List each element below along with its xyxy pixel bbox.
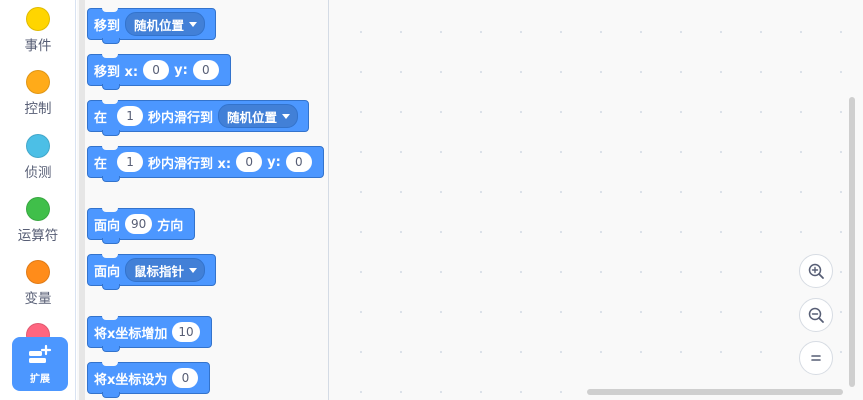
control-color-dot (26, 70, 50, 94)
block-text: y: (174, 62, 188, 78)
dropdown-value: 鼠标指针 (134, 263, 185, 279)
set-x-input[interactable]: 0 (172, 368, 199, 388)
zoom-in-button[interactable] (799, 254, 833, 288)
block-text: 在 (94, 156, 108, 172)
direction-input[interactable]: 90 (125, 214, 153, 234)
script-workspace[interactable] (329, 0, 863, 400)
block-palette: 移到 随机位置 移到 x: 0 y: 0 在 1 秒内滑行到 随机位置 在 1 … (77, 0, 329, 400)
block-text: 方向 (157, 218, 184, 234)
block-point-in-direction[interactable]: 面向 90 方向 (87, 208, 196, 244)
block-text: 将x坐标设为 (94, 372, 168, 388)
block-text: 面向 (94, 264, 121, 280)
seconds-input[interactable]: 1 (117, 152, 144, 172)
block-go-to-xy[interactable]: 移到 x: 0 y: 0 (87, 54, 231, 90)
category-label: 控制 (24, 101, 52, 117)
category-control[interactable]: 控制 (0, 70, 76, 130)
y-input[interactable]: 0 (192, 60, 219, 80)
category-label: 事件 (24, 38, 52, 54)
x-input[interactable]: 0 (143, 60, 170, 80)
block-text: 面向 (94, 218, 121, 234)
dropdown-value: 随机位置 (134, 17, 185, 33)
block-text: 秒内滑行到 (148, 110, 214, 126)
block-text: y: (267, 154, 281, 170)
caret-down-icon (282, 113, 291, 119)
x-input[interactable]: 0 (236, 152, 263, 172)
caret-down-icon (189, 267, 198, 273)
y-input[interactable]: 0 (285, 152, 312, 172)
block-text: 在 (94, 110, 108, 126)
towards-dropdown[interactable]: 鼠标指针 (125, 258, 206, 282)
seconds-input[interactable]: 1 (117, 106, 144, 126)
block-glide-to-xy[interactable]: 在 1 秒内滑行到 x: 0 y: 0 (87, 146, 324, 182)
zoom-out-button[interactable] (799, 298, 833, 332)
zoom-reset-icon (811, 355, 821, 361)
extension-blocks-icon (29, 344, 52, 363)
palette-scrollbar[interactable] (79, 0, 85, 400)
workspace-vertical-scrollbar[interactable] (849, 97, 855, 387)
category-label: 运算符 (17, 228, 59, 244)
target-dropdown[interactable]: 随机位置 (125, 12, 206, 36)
block-text: 移到 x: (94, 64, 139, 80)
change-x-input[interactable]: 10 (172, 322, 200, 342)
category-events[interactable]: 事件 (0, 7, 76, 67)
block-change-x-by[interactable]: 将x坐标增加 10 (87, 316, 212, 352)
zoom-reset-button[interactable] (799, 341, 833, 375)
category-label: 变量 (24, 291, 52, 307)
extension-label: 扩展 (30, 374, 50, 385)
events-color-dot (26, 7, 50, 31)
category-menu: 事件 控制 侦测 运算符 变量 扩展 (0, 0, 76, 400)
dropdown-value: 随机位置 (227, 109, 278, 125)
block-text: 移到 (94, 18, 121, 34)
caret-down-icon (189, 21, 198, 27)
category-sensing[interactable]: 侦测 (0, 134, 76, 194)
block-text: 将x坐标增加 (94, 326, 168, 342)
zoom-out-icon (808, 307, 824, 323)
block-text: 秒内滑行到 x: (148, 156, 232, 172)
category-variables[interactable]: 变量 (0, 260, 76, 320)
category-label: 侦测 (24, 165, 52, 181)
block-point-towards[interactable]: 面向 鼠标指针 (87, 254, 217, 290)
target-dropdown[interactable]: 随机位置 (218, 104, 299, 128)
block-set-x-to[interactable]: 将x坐标设为 0 (87, 362, 211, 398)
sensing-color-dot (26, 134, 50, 158)
extension-button[interactable]: 扩展 (12, 337, 68, 391)
block-glide-to-target[interactable]: 在 1 秒内滑行到 随机位置 (87, 100, 310, 136)
operators-color-dot (26, 197, 50, 221)
variables-color-dot (26, 260, 50, 284)
zoom-in-icon (808, 263, 824, 279)
block-go-to-target[interactable]: 移到 随机位置 (87, 8, 217, 44)
workspace-horizontal-scrollbar[interactable] (587, 389, 843, 395)
category-operators[interactable]: 运算符 (0, 197, 76, 257)
